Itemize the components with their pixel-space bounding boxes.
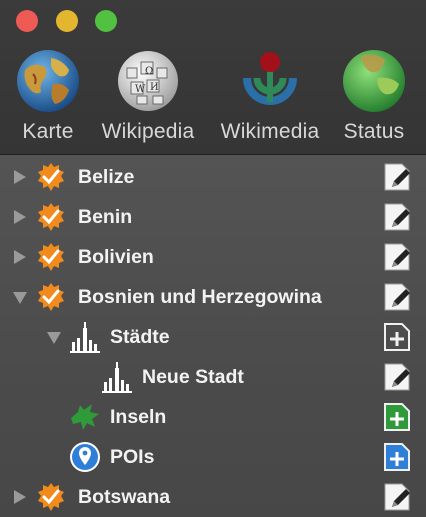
toolbar-label-wikipedia: Wikipedia [101,120,195,143]
minimize-window-button[interactable] [56,10,78,32]
tree-row-pois[interactable]: POIs [0,437,426,477]
add-blue-icon [384,443,410,471]
toolbar-label-karte: Karte [22,120,74,143]
toolbar: Karte Ω W И Wikipedia Wikimedia Status [0,0,426,155]
tree-row-botswana[interactable]: Botswana [0,477,426,517]
tree-row-staedte[interactable]: Städte [0,317,426,357]
edit-button[interactable] [382,361,412,393]
island-icon [68,400,102,434]
tree-row-bosnien-und-herzegowina[interactable]: Bosnien und Herzegowina [0,277,426,317]
toolbar-button-karte[interactable]: Karte [14,48,82,148]
wikipedia-globe-icon: Ω W И [115,48,181,114]
edit-icon [384,243,410,271]
edit-button[interactable] [382,241,412,273]
close-window-button[interactable] [16,10,38,32]
tree-row-neue-stadt[interactable]: Neue Stadt [0,357,426,397]
edit-button[interactable] [382,481,412,513]
tree-row-label: Bolivien [78,246,154,268]
tree-row-label: Bosnien und Herzegowina [78,286,322,308]
svg-text:И: И [150,82,159,93]
edit-icon [384,363,410,391]
tree-row-label: Städte [110,326,170,348]
checkmark-badge-icon [36,282,66,312]
tree-row-label: Benin [78,206,133,228]
toolbar-button-wikipedia[interactable]: Ω W И Wikipedia [96,48,200,148]
toolbar-label-wikimedia: Wikimedia [220,120,320,143]
tree-row-label: Neue Stadt [142,366,244,388]
checkmark-badge-icon [36,242,66,272]
disclosure-triangle-collapsed[interactable] [14,170,26,184]
zoom-window-button[interactable] [95,10,117,32]
tree-row-belize[interactable]: Belize [0,157,426,197]
map-pin-icon [68,440,102,474]
add-icon [384,323,410,351]
disclosure-triangle-expanded[interactable] [13,292,27,304]
edit-button[interactable] [382,281,412,313]
edit-icon [384,283,410,311]
tree-row-inseln[interactable]: Inseln [0,397,426,437]
app-window: Karte Ω W И Wikipedia Wikimedia Status B… [0,0,426,517]
toolbar-button-wikimedia[interactable]: Wikimedia [214,48,326,148]
toolbar-label-status: Status [343,120,405,143]
add-button[interactable] [382,321,412,353]
disclosure-triangle-collapsed[interactable] [14,210,26,224]
add-blue-button[interactable] [382,441,412,473]
disclosure-triangle-expanded[interactable] [47,332,61,344]
outline-list[interactable]: Belize Benin Bolivien Bosnien und Herzeg… [0,155,426,517]
tree-row-bolivien[interactable]: Bolivien [0,237,426,277]
tree-row-label: Inseln [110,406,167,428]
city-icon [100,360,134,394]
checkmark-badge-icon [36,482,66,512]
tree-row-label: Belize [78,166,135,188]
edit-icon [384,483,410,511]
wikimedia-icon [237,48,303,114]
edit-icon [384,203,410,231]
checkmark-badge-icon [36,202,66,232]
svg-text:W: W [135,84,146,95]
disclosure-triangle-collapsed[interactable] [14,250,26,264]
status-globe-icon [341,48,407,114]
edit-icon [384,163,410,191]
edit-button[interactable] [382,161,412,193]
toolbar-button-status[interactable]: Status [338,48,410,148]
tree-row-label: Botswana [78,486,171,508]
disclosure-triangle-collapsed[interactable] [14,490,26,504]
checkmark-badge-icon [36,162,66,192]
tree-row-label: POIs [110,446,155,468]
tree-row-benin[interactable]: Benin [0,197,426,237]
edit-button[interactable] [382,201,412,233]
city-icon [68,320,102,354]
globe-icon [15,48,81,114]
add-green-button[interactable] [382,401,412,433]
svg-text:Ω: Ω [145,66,153,77]
add-green-icon [384,403,410,431]
